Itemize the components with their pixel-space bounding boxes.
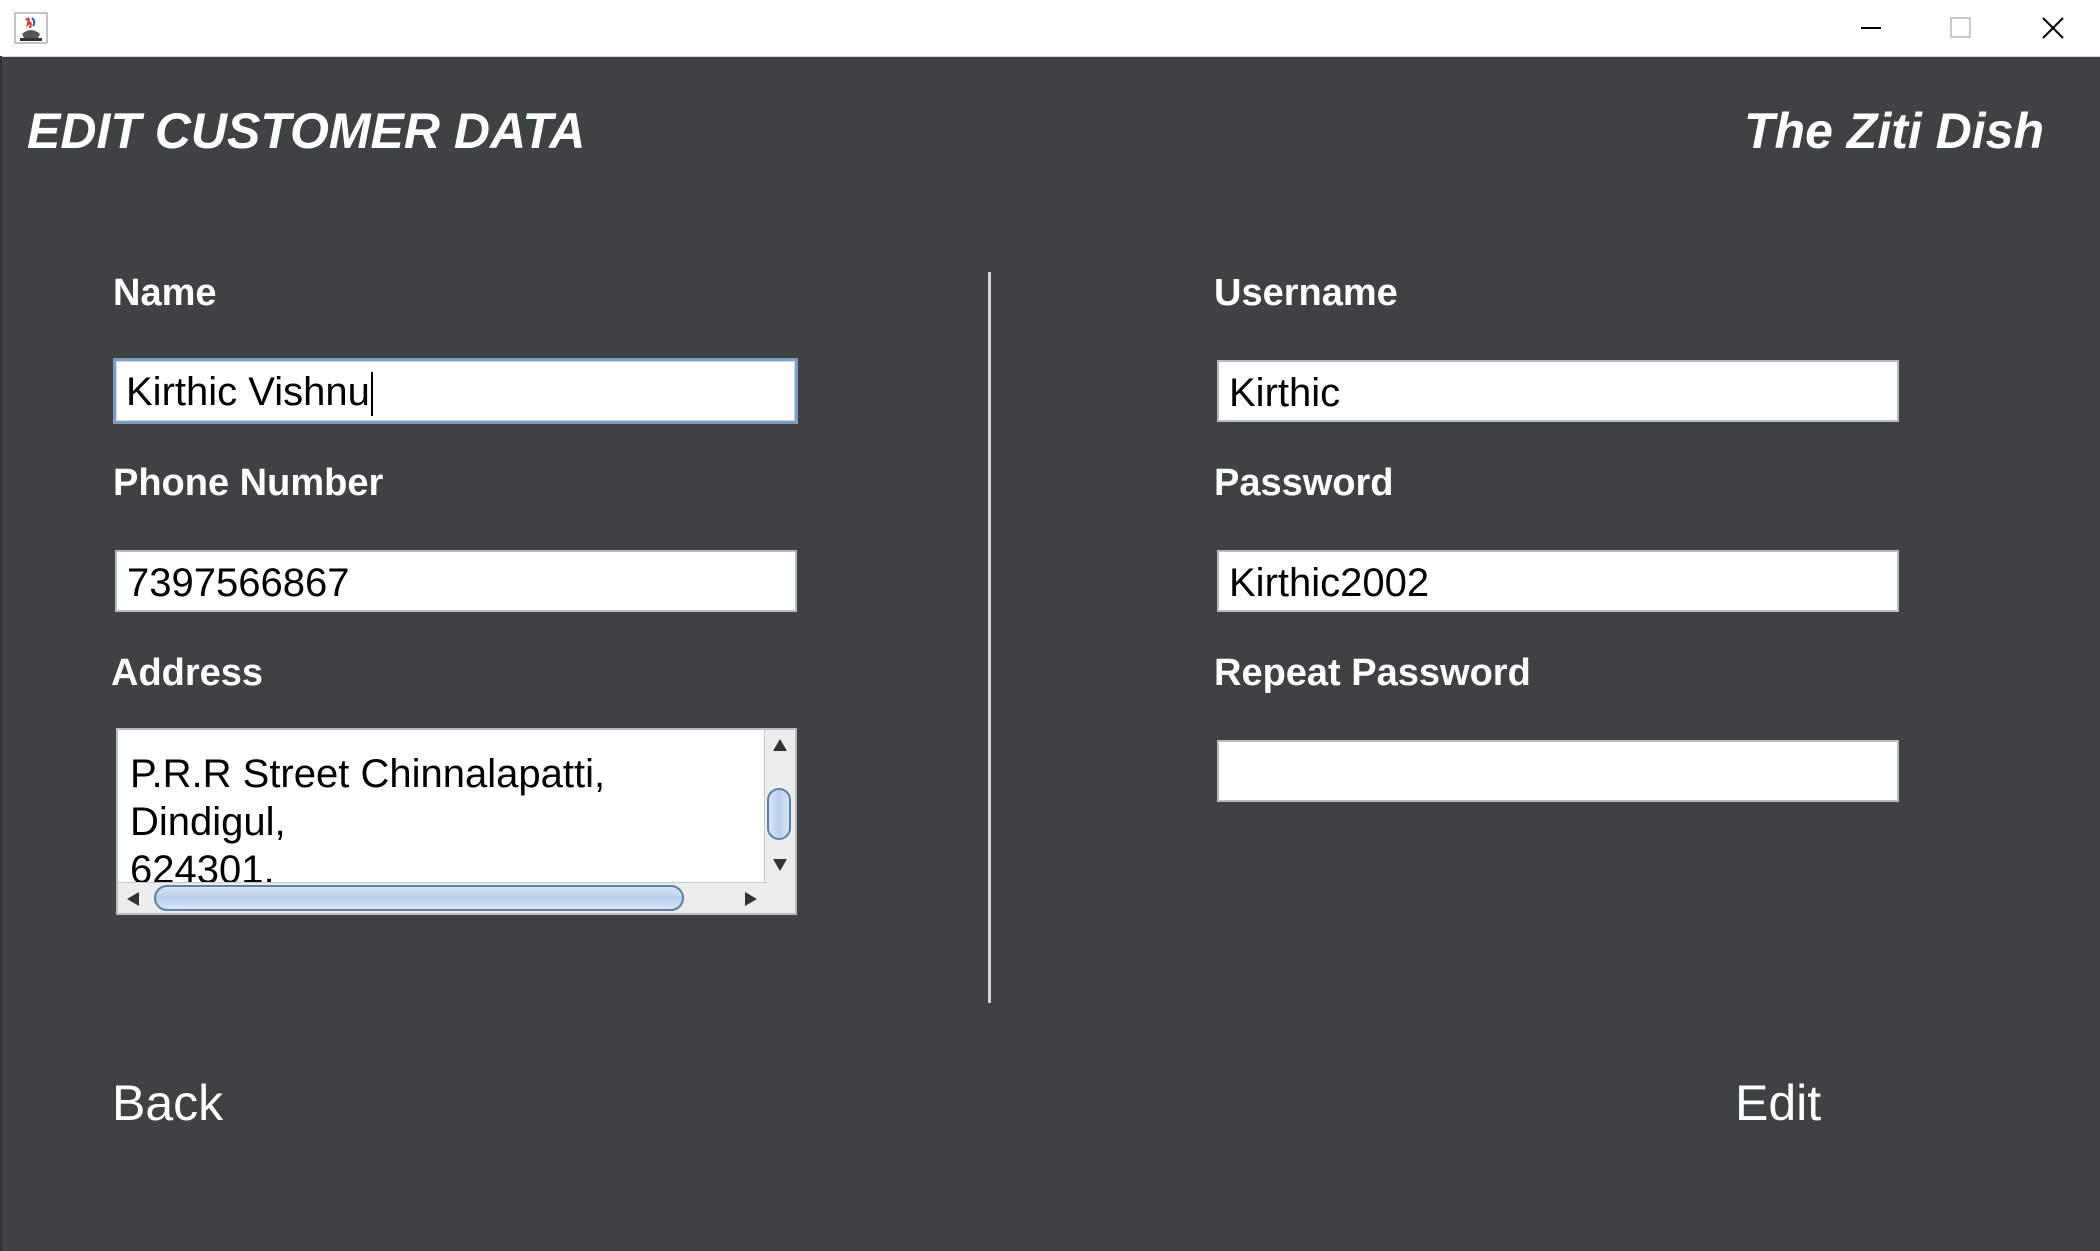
password-value: Kirthic2002: [1229, 561, 1430, 605]
scroll-right-icon[interactable]: [744, 891, 758, 907]
name-label: Name: [113, 272, 217, 314]
scroll-left-icon[interactable]: [126, 891, 140, 907]
username-field[interactable]: Kirthic: [1217, 360, 1899, 422]
scroll-up-icon[interactable]: [772, 738, 788, 752]
address-line: Dindigul,: [130, 800, 286, 844]
address-text: P.R.R Street Chinnalapatti, Dindigul, 62…: [130, 730, 606, 894]
java-app-icon: [14, 12, 48, 44]
brand-name: The Ziti Dish: [1744, 103, 2044, 159]
minimize-icon: [1861, 27, 1881, 29]
address-label: Address: [111, 652, 264, 694]
horizontal-scrollbar[interactable]: [118, 882, 767, 913]
column-divider: [988, 272, 991, 1003]
phone-label: Phone Number: [113, 462, 384, 504]
username-value: Kirthic: [1229, 371, 1341, 415]
phone-value: 7397566867: [127, 561, 350, 605]
maximize-icon: [1950, 17, 1971, 38]
text-caret: [370, 372, 373, 417]
maximize-button[interactable]: [1916, 0, 2006, 56]
close-button[interactable]: [2008, 0, 2098, 56]
title-bar[interactable]: [0, 0, 2100, 57]
address-line: P.R.R Street Chinnalapatti,: [130, 752, 606, 796]
vertical-scrollbar[interactable]: [764, 730, 795, 885]
close-icon: [2042, 17, 2064, 39]
password-field[interactable]: Kirthic2002: [1217, 550, 1899, 612]
phone-field[interactable]: 7397566867: [115, 550, 797, 612]
page-title: EDIT CUSTOMER DATA: [27, 103, 586, 159]
back-button[interactable]: Back: [112, 1074, 223, 1132]
address-textarea[interactable]: P.R.R Street Chinnalapatti, Dindigul, 62…: [116, 728, 797, 915]
vertical-scroll-thumb[interactable]: [767, 788, 791, 840]
edit-customer-window: EDIT CUSTOMER DATA The Ziti Dish Name Ki…: [0, 0, 2100, 1251]
scroll-down-icon[interactable]: [772, 858, 788, 872]
scroll-corner: [765, 883, 795, 913]
name-value: Kirthic Vishnu: [126, 370, 370, 414]
repeat-password-field[interactable]: [1217, 740, 1899, 802]
repeat-password-label: Repeat Password: [1214, 652, 1531, 694]
edit-button[interactable]: Edit: [1735, 1074, 1821, 1132]
horizontal-scroll-thumb[interactable]: [154, 885, 684, 911]
username-label: Username: [1214, 272, 1398, 314]
minimize-button[interactable]: [1826, 0, 1916, 56]
password-label: Password: [1214, 462, 1394, 504]
name-field[interactable]: Kirthic Vishnu: [113, 358, 798, 424]
window-edge: [0, 56, 2, 1251]
